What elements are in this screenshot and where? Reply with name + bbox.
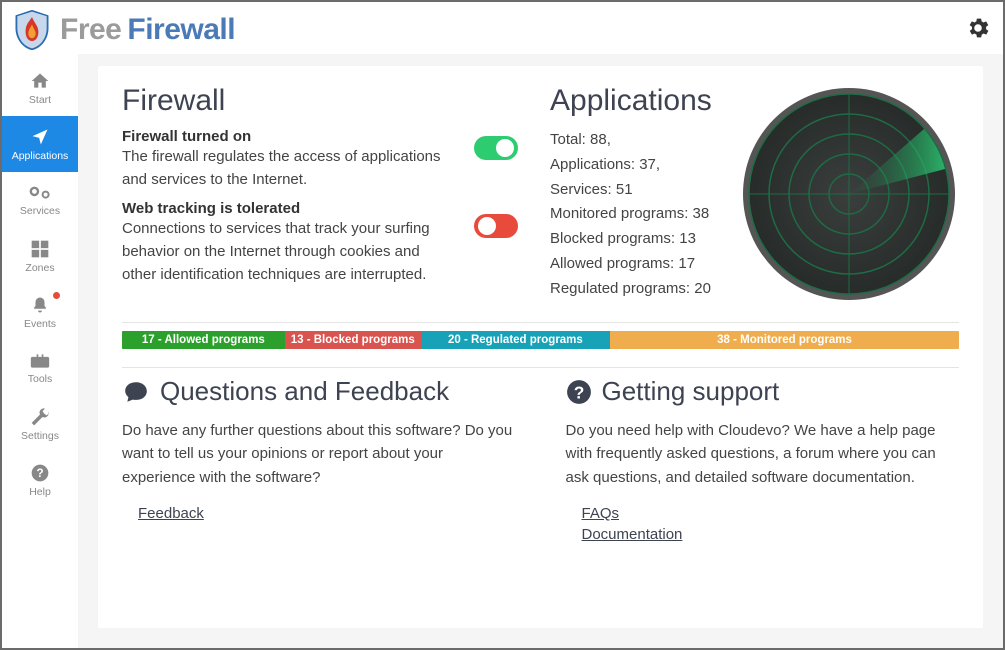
sidebar-item-services[interactable]: Services [2,172,78,228]
stat-allowed: Allowed programs: 17 [550,252,719,277]
divider [122,367,959,368]
support-text: Do you need help with Cloudevo? We have … [566,419,960,489]
sidebar-item-label: Services [20,205,60,217]
svg-text:?: ? [36,467,43,480]
sidebar-item-label: Tools [28,373,53,385]
app-logo: FreeFirewall [10,8,235,52]
faqs-link[interactable]: FAQs [582,505,960,522]
app-title-firewall: Firewall [127,13,235,47]
support-section: ? Getting support Do you need help with … [566,376,960,547]
shield-flame-icon [10,8,54,52]
applications-heading: Applications [550,84,719,118]
stat-applications: Applications: 37, [550,153,719,178]
notification-dot [53,292,60,299]
stat-regulated: Regulated programs: 20 [550,277,719,302]
feedback-link[interactable]: Feedback [138,505,516,522]
question-circle-icon: ? [566,379,592,405]
feedback-section: Questions and Feedback Do have any furth… [122,376,516,547]
sidebar-item-label: Events [24,318,56,330]
sidebar-item-label: Settings [21,430,59,442]
settings-gear-button[interactable] [965,15,991,46]
sidebar-item-help[interactable]: ? Help [2,452,78,508]
firewall-status-desc: The firewall regulates the access of app… [122,145,442,192]
svg-text:?: ? [573,382,584,402]
stat-blocked: Blocked programs: 13 [550,227,719,252]
toolbox-icon [30,352,50,370]
sidebar: Start Applications Services Zones Events [2,54,78,648]
stat-services: Services: 51 [550,178,719,203]
feedback-heading: Questions and Feedback [160,376,449,407]
tracking-toggle[interactable] [474,214,518,238]
main-card: Firewall Firewall turned on The firewall… [98,66,983,628]
sidebar-item-applications[interactable]: Applications [2,116,78,172]
arrow-icon [30,127,50,147]
support-heading: Getting support [602,376,780,407]
documentation-link[interactable]: Documentation [582,526,960,543]
app-header: FreeFirewall [2,2,1003,54]
bar-seg-blocked: 13 - Blocked programs [285,331,421,349]
sidebar-item-label: Zones [25,262,54,274]
stat-monitored: Monitored programs: 38 [550,202,719,227]
wrench-icon [30,407,50,427]
feedback-text: Do have any further questions about this… [122,419,516,489]
sidebar-item-settings[interactable]: Settings [2,396,78,452]
bar-seg-regulated: 20 - Regulated programs [421,331,610,349]
sidebar-item-tools[interactable]: Tools [2,340,78,396]
sidebar-item-events[interactable]: Events [2,284,78,340]
sidebar-item-zones[interactable]: Zones [2,228,78,284]
question-circle-icon: ? [30,463,50,483]
sidebar-item-label: Start [29,94,51,106]
firewall-status-title: Firewall turned on [122,128,442,145]
app-title-free: Free [60,13,121,47]
bar-seg-monitored: 38 - Monitored programs [610,331,959,349]
gear-icon [965,15,991,41]
main-content: Firewall Firewall turned on The firewall… [78,54,1003,648]
sidebar-item-label: Help [29,486,51,498]
sidebar-item-label: Applications [12,150,69,162]
radar-icon [739,84,959,304]
firewall-toggle[interactable] [474,136,518,160]
firewall-heading: Firewall [122,84,442,118]
applications-section: Applications Total: 88, Applications: 37… [550,84,959,304]
firewall-section: Firewall Firewall turned on The firewall… [122,84,442,304]
bell-icon [31,295,49,315]
sidebar-item-start[interactable]: Start [2,60,78,116]
bar-seg-allowed: 17 - Allowed programs [122,331,285,349]
divider [122,322,959,323]
home-icon [29,71,51,91]
program-distribution-bar: 17 - Allowed programs 13 - Blocked progr… [122,331,959,349]
stat-total: Total: 88, [550,128,719,153]
tracking-status-desc: Connections to services that track your … [122,217,442,287]
grid-icon [30,239,50,259]
tracking-status-title: Web tracking is tolerated [122,200,442,217]
cogs-icon [28,184,52,202]
radar-visual [739,84,959,304]
toggle-column [472,84,520,304]
speech-bubble-icon [122,379,150,405]
